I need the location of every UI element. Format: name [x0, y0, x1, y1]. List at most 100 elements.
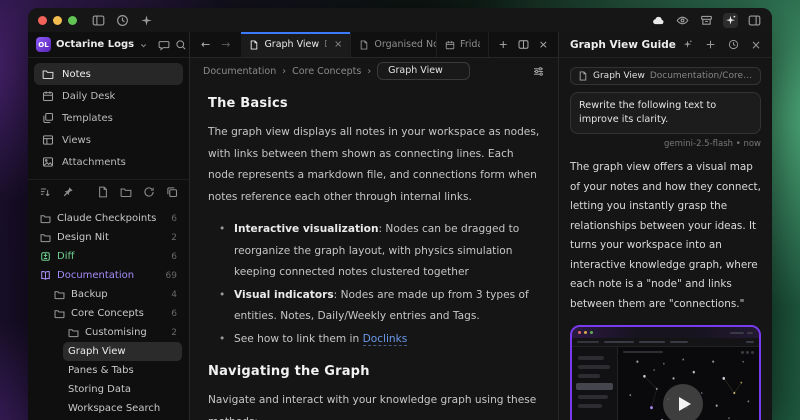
sort-icon[interactable]: [39, 186, 51, 198]
archive-icon[interactable]: [699, 13, 714, 28]
forward-button[interactable]: →: [221, 38, 230, 51]
folder-icon: [42, 68, 54, 80]
video-preview-card[interactable]: [570, 325, 761, 420]
calendar-icon: [42, 90, 54, 102]
close-panel-button[interactable]: ×: [751, 38, 761, 52]
window-titlebar: [28, 8, 772, 32]
editor-pane: ← → Graph View Documentation × Organised…: [190, 32, 558, 420]
sidebar-item-label: Templates: [62, 113, 113, 124]
note-count: 69: [166, 271, 177, 281]
mini-sidebar: [572, 347, 618, 420]
history-nav: ← →: [190, 32, 241, 57]
message-time: now: [743, 139, 761, 149]
tab-bar: ← → Graph View Documentation × Organised…: [190, 32, 558, 58]
note-title-field[interactable]: Graph View: [377, 62, 470, 80]
context-chip[interactable]: Graph View Documentation/Core Concepts: [570, 67, 761, 85]
tree-item-graph-view[interactable]: Graph View: [63, 342, 182, 361]
main-layout: OL Octarine Logs Notes: [28, 32, 772, 420]
new-note-icon[interactable]: [97, 186, 109, 198]
tab-organised-notes[interactable]: Organised Notes ×: [351, 32, 437, 57]
sync-icon[interactable]: [143, 186, 155, 198]
table-icon: [42, 134, 54, 146]
section-heading: Navigating the Graph: [208, 364, 540, 379]
note-content[interactable]: The Basics The graph view displays all n…: [190, 84, 558, 420]
ai-sparkles-icon[interactable]: [682, 39, 693, 50]
doclinks-link[interactable]: Doclinks: [363, 333, 408, 346]
tree-item-diff[interactable]: Diff 6: [35, 247, 182, 266]
breadcrumb-item[interactable]: Documentation: [203, 66, 276, 77]
document-icon: [249, 40, 259, 50]
document-icon: [359, 40, 369, 50]
eye-icon[interactable]: [675, 13, 690, 28]
tree-item-label: Design Nit: [57, 232, 109, 243]
close-window-button[interactable]: [38, 16, 47, 25]
tree-item-documentation[interactable]: Documentation 69: [35, 266, 182, 285]
note-count: 6: [171, 309, 177, 319]
search-icon[interactable]: [175, 39, 187, 51]
view-options-icon[interactable]: [532, 65, 545, 78]
minimize-window-button[interactable]: [53, 16, 62, 25]
new-tab-button[interactable]: +: [499, 38, 508, 51]
list-item: Visual indicators: Nodes are made up fro…: [234, 285, 540, 328]
sparkle-icon[interactable]: [139, 13, 154, 28]
note-count: 2: [171, 233, 177, 243]
left-sidebar-toggle-icon[interactable]: [91, 13, 106, 28]
pin-icon[interactable]: [62, 186, 74, 198]
chat-icon[interactable]: [158, 39, 170, 51]
tree-item-customising[interactable]: Customising 2: [63, 323, 182, 342]
workspace-header[interactable]: OL Octarine Logs: [28, 32, 189, 58]
tree-item-claude-checkpoints[interactable]: Claude Checkpoints 6: [35, 209, 182, 228]
mini-breadcrumb-decoration: [623, 351, 663, 353]
clock-icon[interactable]: [115, 13, 130, 28]
sidebar-item-attachments[interactable]: Attachments: [34, 151, 183, 173]
tree-item-workspace-search[interactable]: Workspace Search: [63, 399, 182, 418]
tree-item-storing-data[interactable]: Storing Data: [63, 380, 182, 399]
split-pane-icon[interactable]: [518, 39, 529, 50]
assistant-response: The graph view offers a visual map of yo…: [570, 158, 761, 314]
history-icon[interactable]: [728, 39, 739, 50]
mini-window-body: [572, 347, 759, 420]
breadcrumb-item[interactable]: Core Concepts: [292, 66, 361, 77]
stack-icon[interactable]: [166, 186, 178, 198]
new-chat-icon[interactable]: [705, 39, 716, 50]
tab-friday[interactable]: Friday, D: [437, 32, 489, 57]
sidebar-item-notes[interactable]: Notes: [34, 63, 183, 85]
assistant-title: Graph View Guide: [570, 39, 676, 51]
folder-icon: [40, 213, 51, 224]
breadcrumb-separator: ›: [282, 66, 286, 77]
assistant-body: Graph View Documentation/Core Concepts R…: [559, 58, 772, 420]
ai-sparkles-icon[interactable]: [723, 13, 738, 28]
user-prompt-bubble: Rewrite the following text to improve it…: [570, 92, 761, 134]
tree-item-label: Storing Data: [68, 384, 131, 395]
window-controls: [38, 16, 77, 25]
tree-item-label: Customising: [85, 327, 147, 338]
calendar-icon: [445, 40, 455, 50]
zoom-window-button[interactable]: [68, 16, 77, 25]
new-folder-icon[interactable]: [120, 186, 132, 198]
back-button[interactable]: ←: [201, 38, 210, 51]
tree-item-design-nit[interactable]: Design Nit 2: [35, 228, 182, 247]
tab-graph-view[interactable]: Graph View Documentation ×: [241, 32, 351, 57]
play-button[interactable]: [663, 384, 703, 420]
assistant-header-actions: ×: [682, 38, 761, 52]
cloud-sync-icon[interactable]: [651, 13, 666, 28]
note-count: 6: [171, 252, 177, 262]
sidebar-item-label: Daily Desk: [62, 91, 115, 102]
tree-item-label: Core Concepts: [71, 308, 144, 319]
workspace-name: Octarine Logs: [56, 39, 134, 50]
close-tab-icon[interactable]: ×: [334, 39, 342, 50]
sidebar-item-views[interactable]: Views: [34, 129, 183, 151]
close-pane-button[interactable]: ×: [539, 38, 548, 51]
tree-item-panes-tabs[interactable]: Panes & Tabs: [63, 361, 182, 380]
sidebar-item-templates[interactable]: Templates: [34, 107, 183, 129]
right-sidebar-toggle-icon[interactable]: [747, 13, 762, 28]
tree-item-label: Claude Checkpoints: [57, 213, 156, 224]
tree-item-backup[interactable]: Backup 4: [49, 285, 182, 304]
tree-item-core-concepts[interactable]: Core Concepts 6: [49, 304, 182, 323]
sidebar-item-daily-desk[interactable]: Daily Desk: [34, 85, 183, 107]
image-icon: [42, 156, 54, 168]
note-count: 2: [171, 328, 177, 338]
chevron-down-icon[interactable]: [139, 35, 148, 54]
app-window: OL Octarine Logs Notes: [28, 8, 772, 420]
note-count: 4: [171, 290, 177, 300]
